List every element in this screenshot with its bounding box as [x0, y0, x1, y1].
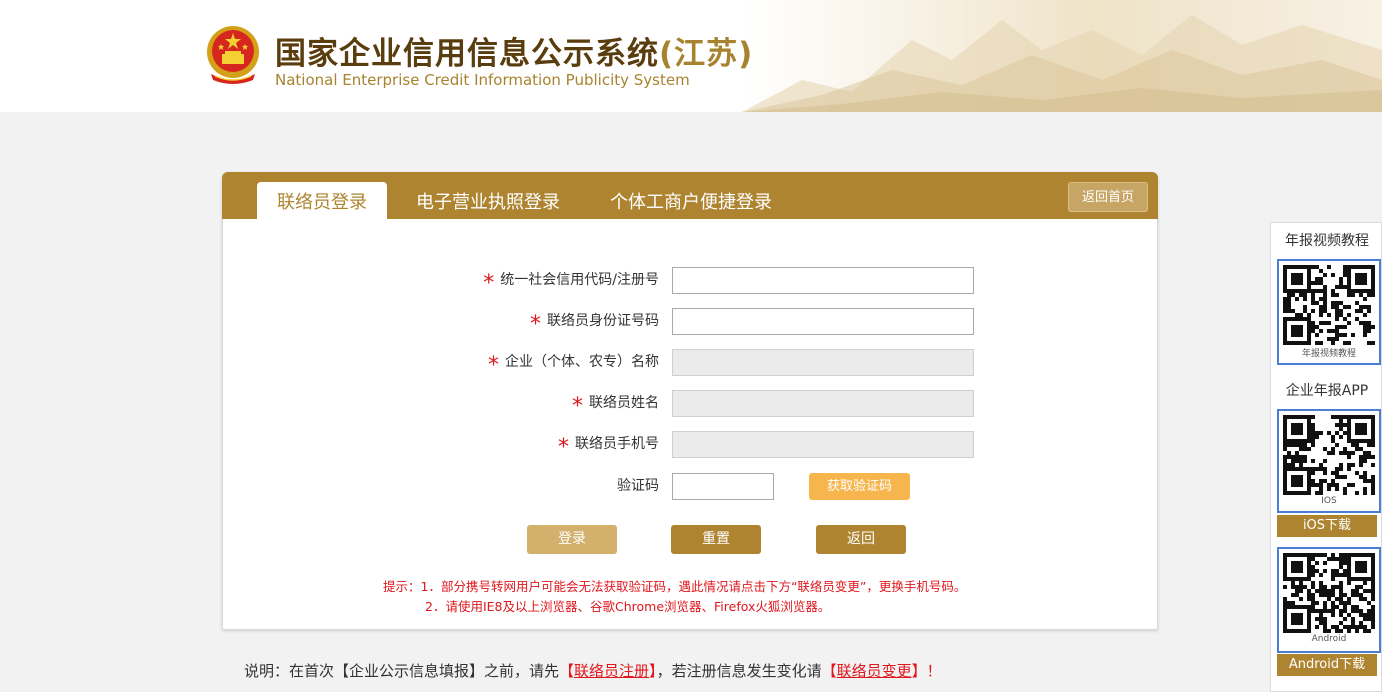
required-mark: *	[483, 271, 495, 296]
return-home-button[interactable]: 返回首页	[1068, 182, 1148, 212]
form-row-captcha: 验证码 获取验证码	[223, 473, 1159, 500]
video-tutorial-qr[interactable]: 年报视频教程	[1277, 259, 1381, 365]
liaison-name-input	[672, 390, 974, 417]
header-mountain-background	[742, 0, 1382, 112]
required-mark: *	[530, 312, 541, 337]
tip-line-2: 2．请使用IE8及以上浏览器、谷歌Chrome浏览器、Firefox火狐浏览器。	[425, 599, 831, 614]
mountain-illustration	[742, 15, 1382, 112]
enterprise-name-label-text: 企业（个体、农专）名称	[505, 354, 659, 370]
android-download-button[interactable]: Android下载	[1277, 654, 1377, 676]
id-number-input[interactable]	[672, 308, 974, 335]
required-mark: *	[572, 394, 583, 419]
tips-block: 提示：1．部分携号转网用户可能会无法获取验证码，遇此情况请点击下方“联络员变更”…	[383, 577, 966, 617]
qr-code-icon	[1283, 415, 1375, 495]
tab-electronic-license-login[interactable]: 电子营业执照登录	[416, 182, 560, 219]
credit-code-label-text: 统一社会信用代码/注册号	[500, 272, 659, 288]
liaison-phone-label: * 联络员手机号	[558, 431, 659, 460]
national-emblem-icon	[207, 26, 259, 84]
liaison-change-link[interactable]: 联络员变更	[837, 662, 912, 680]
instruction-note: 说明：在首次【企业公示信息填报】之前，请先【联络员注册】，若注册信息发生变化请【…	[244, 660, 942, 681]
note-middle: ，若注册信息发生变化请	[656, 662, 822, 680]
bracket-close: 】	[649, 662, 657, 680]
login-panel: 联络员登录 电子营业执照登录 个体工商户便捷登录 返回首页 * 统一社会信用代码/…	[222, 172, 1158, 630]
get-captcha-button[interactable]: 获取验证码	[809, 473, 910, 500]
bracket-close: 】	[911, 662, 927, 680]
liaison-name-label-text: 联络员姓名	[589, 395, 659, 411]
video-qr-caption: 年报视频教程	[1301, 349, 1356, 359]
note-prefix: 说明：在首次【企业公示信息填报】之前，请先	[244, 662, 560, 680]
android-qr-caption: Android	[1311, 634, 1347, 644]
site-province: (江苏)	[659, 36, 754, 72]
ios-qr-caption: IOS	[1321, 496, 1337, 506]
reset-button[interactable]: 重置	[671, 525, 761, 554]
required-mark: *	[488, 353, 499, 378]
back-button[interactable]: 返回	[816, 525, 906, 554]
right-sidebar: 年报视频教程 年报视频教程 企业年报APP IOS iOS下载 Android …	[1270, 222, 1382, 692]
qr-code-icon	[1283, 265, 1375, 345]
form-row-credit-code: * 统一社会信用代码/注册号	[223, 267, 1159, 296]
tip-line-1: 提示：1．部分携号转网用户可能会无法获取验证码，遇此情况请点击下方“联络员变更”…	[383, 579, 967, 594]
credit-code-input[interactable]	[672, 267, 974, 294]
form-row-id-number: * 联络员身份证号码	[223, 308, 1159, 337]
captcha-input[interactable]	[672, 473, 774, 500]
site-header: 国家企业信用信息公示系统(江苏) National Enterprise Cre…	[0, 0, 1382, 112]
id-number-label: * 联络员身份证号码	[530, 308, 659, 337]
site-subtitle: National Enterprise Credit Information P…	[275, 71, 690, 89]
enterprise-name-input	[672, 349, 974, 376]
note-suffix: ！	[926, 662, 942, 680]
form-row-liaison-name: * 联络员姓名	[223, 390, 1159, 419]
liaison-register-link[interactable]: 联络员注册	[574, 662, 649, 680]
login-button[interactable]: 登录	[527, 525, 617, 554]
captcha-label: 验证码	[617, 478, 659, 494]
liaison-phone-label-text: 联络员手机号	[575, 436, 659, 452]
required-mark: *	[558, 435, 569, 460]
qr-code-icon	[1283, 553, 1375, 633]
liaison-name-label: * 联络员姓名	[572, 390, 659, 419]
annual-report-app-title: 企业年报APP	[1285, 383, 1369, 399]
bracket-open: 【	[559, 662, 575, 680]
form-row-enterprise-name: * 企业（个体、农专）名称	[223, 349, 1159, 378]
credit-code-label: * 统一社会信用代码/注册号	[483, 267, 659, 296]
bracket-open: 【	[821, 662, 837, 680]
tab-individual-quick-login[interactable]: 个体工商户便捷登录	[610, 182, 772, 219]
site-title: 国家企业信用信息公示系统(江苏)	[275, 28, 753, 73]
form-row-liaison-phone: * 联络员手机号	[223, 431, 1159, 460]
ios-download-button[interactable]: iOS下载	[1277, 515, 1377, 537]
liaison-phone-input	[672, 431, 974, 458]
video-tutorial-title: 年报视频教程	[1285, 233, 1369, 249]
tab-bar: 联络员登录 电子营业执照登录 个体工商户便捷登录 返回首页	[222, 172, 1158, 219]
android-app-qr[interactable]: Android	[1277, 547, 1381, 653]
id-number-label-text: 联络员身份证号码	[547, 313, 659, 329]
enterprise-name-label: * 企业（个体、农专）名称	[488, 349, 659, 378]
site-title-text: 国家企业信用信息公示系统	[275, 36, 659, 72]
tab-liaison-login[interactable]: 联络员登录	[257, 182, 387, 219]
ios-app-qr[interactable]: IOS	[1277, 409, 1381, 513]
